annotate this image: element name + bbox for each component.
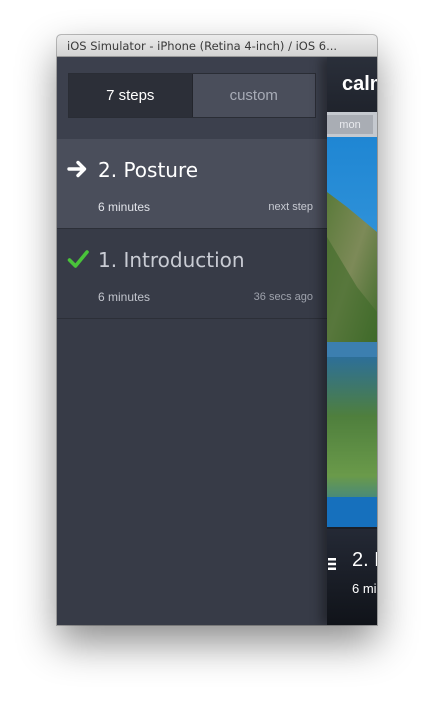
app-title: calm — [342, 73, 377, 95]
window-titlebar[interactable]: iOS Simulator - iPhone (Retina 4-inch) /… — [57, 35, 377, 57]
step-status: next step — [268, 201, 313, 213]
main-header: calm — [327, 57, 377, 112]
footer-step-title: 2. Posture — [352, 549, 377, 571]
step-title: 2. Posture — [98, 158, 199, 182]
arrow-right-icon — [67, 158, 89, 180]
checkmark-icon — [67, 248, 89, 270]
day-selector: mon — [327, 112, 377, 137]
step-duration: 6 minutes — [98, 200, 151, 214]
landscape-photo — [327, 137, 377, 527]
step-title: 1. Introduction — [98, 248, 245, 272]
main-panel[interactable]: calm mon — [327, 57, 377, 625]
step-row-posture[interactable]: 2. Posture 6 minutes next step — [57, 139, 327, 229]
current-step-footer[interactable]: 2. Posture 6 minutes — [327, 529, 377, 625]
step-status: 36 secs ago — [253, 291, 313, 303]
segmented-control: 7 steps custom — [68, 73, 316, 118]
day-tab[interactable]: mon — [327, 115, 373, 134]
device-screen: 7 steps custom 2. Posture 6 minutes next… — [57, 57, 377, 625]
segment-7-steps[interactable]: 7 steps — [69, 74, 193, 117]
simulator-window: iOS Simulator - iPhone (Retina 4-inch) /… — [57, 35, 377, 625]
step-row-introduction[interactable]: 1. Introduction 6 minutes 36 secs ago — [57, 229, 327, 319]
step-duration: 6 minutes — [98, 290, 151, 304]
segmented-control-area: 7 steps custom — [57, 57, 327, 140]
list-menu-icon[interactable] — [328, 555, 336, 570]
steps-drawer: 7 steps custom 2. Posture 6 minutes next… — [57, 57, 327, 625]
footer-step-duration: 6 minutes — [352, 581, 377, 596]
segment-custom[interactable]: custom — [192, 74, 315, 117]
window-title: iOS Simulator - iPhone (Retina 4-inch) /… — [67, 39, 338, 53]
